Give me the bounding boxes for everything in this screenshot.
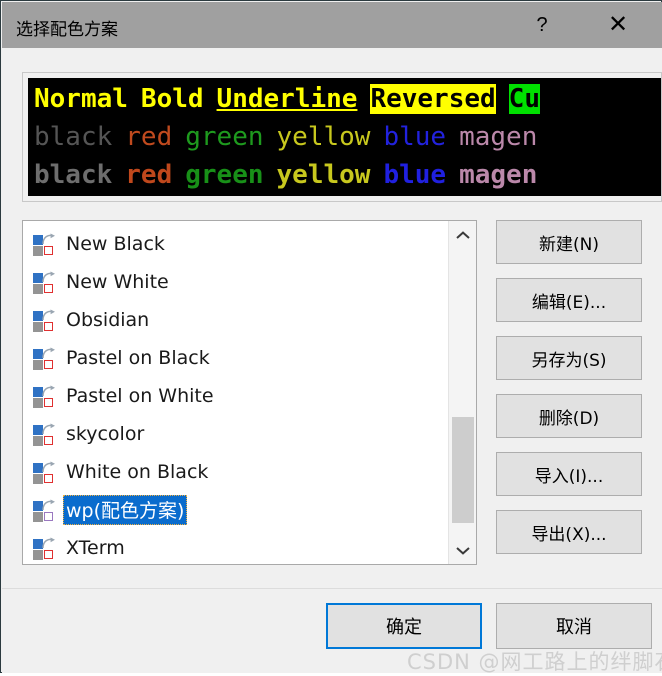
preview-bold-color-black: black bbox=[34, 160, 113, 190]
list-item-label: New Black bbox=[66, 232, 165, 255]
refresh-arrow-icon bbox=[42, 271, 55, 283]
list-item-label: Pastel on Black bbox=[66, 346, 210, 369]
color-scheme-icon bbox=[32, 497, 58, 523]
save-as-button[interactable]: 另存为(S) bbox=[496, 336, 642, 380]
help-glyph: ? bbox=[536, 14, 548, 36]
color-scheme-icon bbox=[32, 421, 58, 447]
preview-color-magenta: magen bbox=[459, 122, 538, 152]
list-item[interactable]: White on Black bbox=[23, 453, 448, 491]
export-button-label: 导出(X)... bbox=[531, 524, 607, 545]
color-scheme-dialog: 选择配色方案 ? ✕ Normal Bold Underline Reversed Cu… bbox=[0, 0, 662, 674]
close-glyph: ✕ bbox=[607, 11, 629, 38]
cancel-button-label: 取消 bbox=[556, 617, 592, 638]
list-item-label: wp(配色方案) bbox=[63, 495, 188, 525]
new-button-label: 新建(N) bbox=[539, 234, 599, 255]
preview-line-normal-colors: black red green yellow blue magen bbox=[34, 118, 537, 156]
window-title: 选择配色方案 bbox=[16, 20, 118, 40]
preview-reversed: Reversed bbox=[370, 84, 496, 114]
edit-button[interactable]: 编辑(E)... bbox=[496, 278, 642, 322]
chevron-down-icon bbox=[455, 546, 470, 555]
color-scheme-icon bbox=[32, 269, 58, 295]
list-item[interactable]: XTerm bbox=[23, 529, 448, 564]
preview-bold-color-magenta: magen bbox=[459, 160, 538, 190]
list-item-label: skycolor bbox=[66, 422, 145, 445]
refresh-arrow-icon bbox=[42, 385, 55, 397]
color-scheme-icon bbox=[32, 383, 58, 409]
scrollbar-thumb[interactable] bbox=[452, 417, 474, 523]
color-scheme-icon bbox=[32, 345, 58, 371]
terminal-preview: Normal Bold Underline Reversed Cu black red gr… bbox=[28, 78, 661, 196]
color-scheme-icon bbox=[32, 459, 58, 485]
refresh-arrow-icon bbox=[42, 499, 55, 511]
watermark: CSDN @网工路上的绊脚石 bbox=[407, 650, 662, 674]
list-item-label: White on Black bbox=[66, 460, 209, 483]
preview-cursor: Cu bbox=[508, 84, 540, 114]
preview-color-blue: blue bbox=[383, 122, 447, 152]
list-item-label: New White bbox=[66, 270, 169, 293]
preview-line-bold-colors: black red green yellow blue magen bbox=[34, 156, 537, 194]
new-button[interactable]: 新建(N) bbox=[496, 220, 642, 264]
preview-underline: Underline bbox=[216, 84, 358, 114]
save-as-button-label: 另存为(S) bbox=[531, 350, 607, 371]
refresh-arrow-icon bbox=[42, 347, 55, 359]
import-button[interactable]: 导入(I)... bbox=[496, 452, 642, 496]
export-button[interactable]: 导出(X)... bbox=[496, 510, 642, 554]
help-icon[interactable]: ? bbox=[518, 2, 566, 48]
chevron-up-icon bbox=[455, 230, 470, 239]
color-scheme-icon bbox=[32, 307, 58, 333]
list-item-selected[interactable]: wp(配色方案) bbox=[23, 491, 448, 529]
list-items-container: New Black New White Obsidian Pastel on B… bbox=[23, 225, 448, 564]
list-scrollbar[interactable] bbox=[448, 221, 476, 564]
list-item[interactable]: Pastel on White bbox=[23, 377, 448, 415]
preview-panel: Normal Bold Underline Reversed Cu black red gr… bbox=[22, 72, 662, 202]
preview-bold-color-red: red bbox=[125, 160, 173, 190]
scroll-up-icon[interactable] bbox=[449, 221, 476, 249]
delete-button[interactable]: 删除(D) bbox=[496, 394, 642, 438]
preview-bold-color-blue: blue bbox=[383, 160, 447, 190]
list-item[interactable]: Obsidian bbox=[23, 301, 448, 339]
ok-button-label: 确定 bbox=[386, 617, 422, 638]
preview-color-yellow: yellow bbox=[276, 122, 371, 152]
preview-bold-color-green: green bbox=[185, 160, 264, 190]
preview-line-attributes: Normal Bold Underline Reversed Cu bbox=[34, 80, 540, 118]
preview-bold-color-yellow: yellow bbox=[276, 160, 371, 190]
list-item[interactable]: skycolor bbox=[23, 415, 448, 453]
dialog-client-area: Normal Bold Underline Reversed Cu black red gr… bbox=[2, 48, 662, 674]
list-item[interactable]: New White bbox=[23, 263, 448, 301]
preview-normal: Normal bbox=[34, 84, 128, 114]
list-item[interactable]: Pastel on Black bbox=[23, 339, 448, 377]
preview-color-black: black bbox=[34, 122, 113, 152]
scroll-down-icon[interactable] bbox=[449, 536, 476, 564]
titlebar: 选择配色方案 ? ✕ bbox=[2, 2, 662, 48]
refresh-arrow-icon bbox=[42, 537, 55, 549]
list-item-label: Obsidian bbox=[66, 308, 150, 331]
list-item[interactable]: New Black bbox=[23, 225, 448, 263]
color-scheme-icon bbox=[32, 535, 58, 561]
ok-button[interactable]: 确定 bbox=[326, 603, 482, 649]
refresh-arrow-icon bbox=[42, 233, 55, 245]
refresh-arrow-icon bbox=[42, 423, 55, 435]
edit-button-label: 编辑(E)... bbox=[531, 292, 607, 313]
footer-divider bbox=[2, 588, 662, 589]
refresh-arrow-icon bbox=[42, 461, 55, 473]
import-button-label: 导入(I)... bbox=[534, 466, 604, 487]
preview-bold: Bold bbox=[140, 84, 204, 114]
list-item-label: XTerm bbox=[66, 536, 125, 559]
delete-button-label: 删除(D) bbox=[538, 408, 600, 429]
color-scheme-icon bbox=[32, 231, 58, 257]
color-scheme-list[interactable]: New Black New White Obsidian Pastel on B… bbox=[22, 220, 477, 565]
cancel-button[interactable]: 取消 bbox=[496, 603, 652, 649]
close-icon[interactable]: ✕ bbox=[594, 2, 642, 48]
refresh-arrow-icon bbox=[42, 309, 55, 321]
list-item-label: Pastel on White bbox=[66, 384, 214, 407]
preview-color-red: red bbox=[125, 122, 173, 152]
preview-color-green: green bbox=[185, 122, 264, 152]
